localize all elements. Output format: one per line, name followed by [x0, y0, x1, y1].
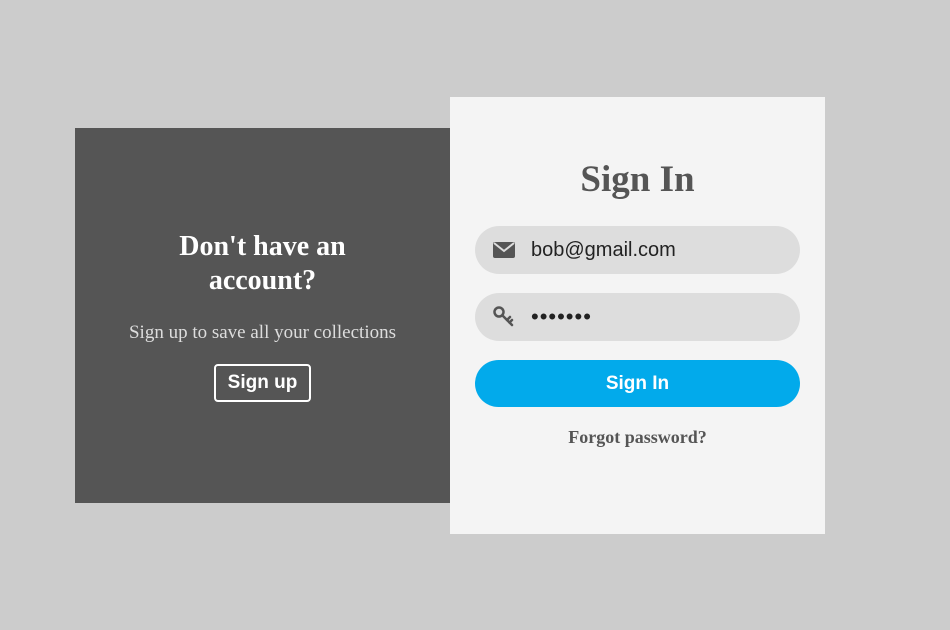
- forgot-password-link[interactable]: Forgot password?: [475, 427, 800, 448]
- email-input[interactable]: [531, 238, 781, 262]
- signup-subtitle: Sign up to save all your collections: [128, 321, 396, 343]
- signin-panel: Sign In Sign In Forgot password?: [450, 97, 825, 534]
- password-input[interactable]: [531, 304, 781, 330]
- envelope-icon: [493, 239, 515, 261]
- signin-title: Sign In: [580, 159, 695, 200]
- signup-button[interactable]: Sign up: [213, 363, 312, 402]
- email-field[interactable]: [475, 226, 800, 274]
- signin-button[interactable]: Sign In: [475, 360, 800, 407]
- signup-title: Don't have an account?: [179, 230, 346, 296]
- password-field[interactable]: [475, 293, 800, 341]
- signup-panel: Don't have an account? Sign up to save a…: [75, 128, 450, 503]
- key-icon: [493, 306, 515, 328]
